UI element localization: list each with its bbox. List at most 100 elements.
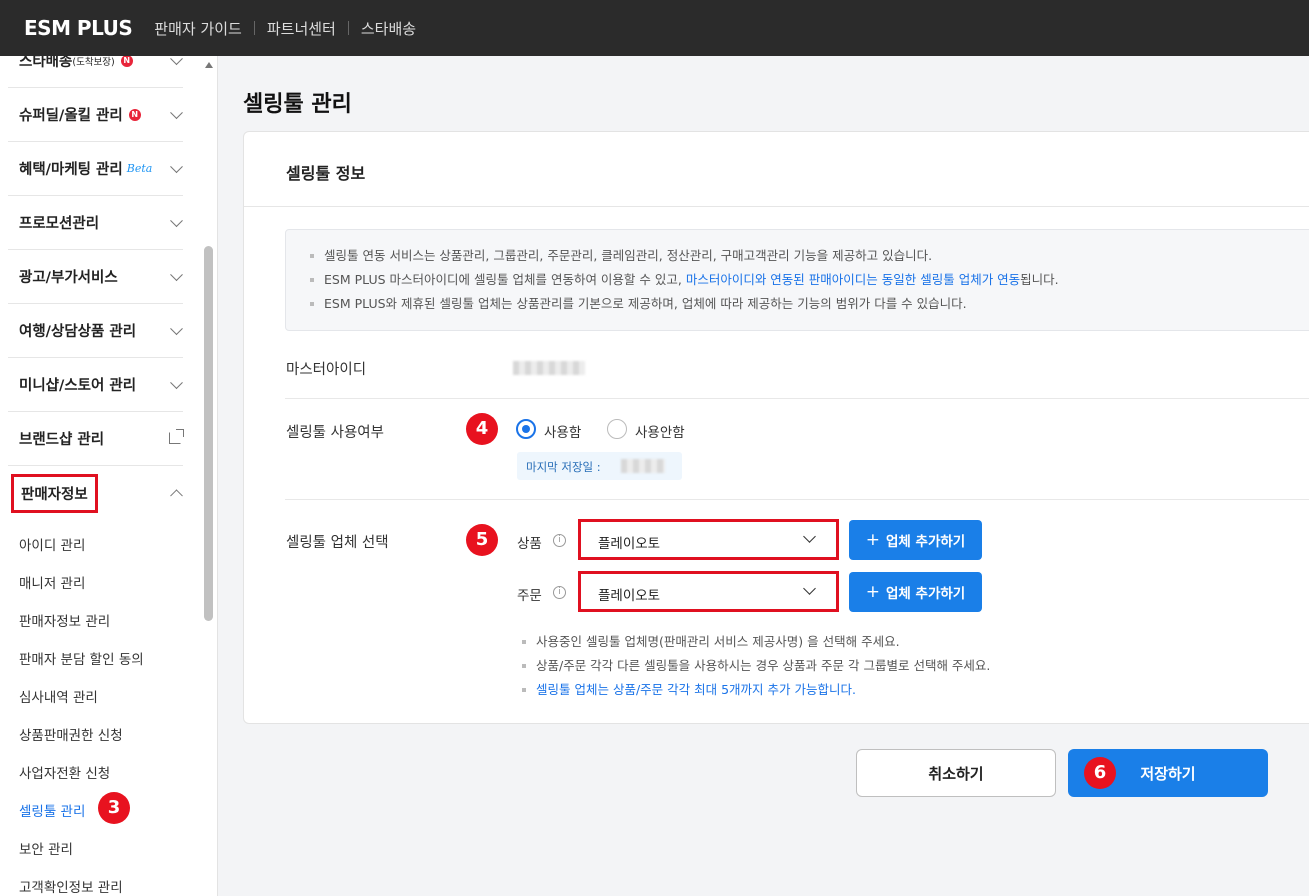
divider	[285, 398, 1309, 399]
radio-not-use[interactable]	[607, 419, 627, 439]
chevron-down-icon	[170, 105, 183, 119]
sidebar-item-label: 광고/부가서비스	[19, 270, 118, 286]
nav-divider	[347, 21, 349, 35]
sidebar-item-label: 프로모션관리	[19, 216, 100, 232]
save-label: 저장하기	[1140, 764, 1196, 783]
sidebar-item-label: 판매자정보	[11, 473, 98, 513]
sidebar-item-label: 혜택/마케팅 관리	[19, 162, 123, 178]
sidebar-scrollbar[interactable]	[204, 246, 213, 621]
sidebar-item-star-delivery[interactable]: 스타배송 (도착보장) N	[8, 56, 183, 88]
sub-item-customer-verify[interactable]: 고객확인정보 관리	[19, 876, 123, 896]
radio-use-label[interactable]: 사용함	[544, 421, 581, 441]
order-label: 주문	[517, 588, 542, 604]
top-nav: 판매자 가이드 파트너센터 스타배송	[154, 18, 416, 39]
product-vendor-value: 플레이오토	[598, 536, 661, 552]
esm-plus-logo[interactable]: ESM PLUS	[24, 16, 133, 40]
sidebar-item-promotion[interactable]: 프로모션관리	[8, 196, 183, 250]
card-header: 셀링툴 정보	[244, 132, 1309, 207]
sidebar-item-ads[interactable]: 광고/부가서비스	[8, 250, 183, 304]
vendor-hints: 사용중인 셀링툴 업체명(판매관리 서비스 제공사명) 을 선택해 주세요. 상…	[520, 630, 990, 702]
add-order-vendor-button[interactable]: + 업체 추가하기	[849, 572, 982, 612]
add-product-vendor-button[interactable]: + 업체 추가하기	[849, 520, 982, 560]
nav-star-delivery[interactable]: 스타배송	[361, 18, 416, 39]
last-saved-label: 마지막 저장일 :	[526, 460, 601, 474]
step-5-marker: 5	[466, 524, 498, 556]
selling-tool-card: 셀링툴 정보 셀링툴 연동 서비스는 상품관리, 그룹관리, 주문관리, 클레임…	[243, 131, 1309, 724]
notice-line: 셀링툴 연동 서비스는 상품관리, 그룹관리, 주문관리, 클레임관리, 정산관…	[308, 244, 1309, 268]
notice-line: ESM PLUS와 제휴된 셀링툴 업체는 상품관리를 기본으로 제공하며, 업…	[308, 292, 1309, 316]
add-vendor-label: 업체 추가하기	[886, 534, 966, 550]
sidebar-item-marketing[interactable]: 혜택/마케팅 관리 Beta	[8, 142, 183, 196]
sidebar-item-travel[interactable]: 여행/상담상품 관리	[8, 304, 183, 358]
chevron-down-icon	[170, 159, 183, 173]
plus-icon: +	[865, 530, 880, 550]
nav-partner-center[interactable]: 파트너센터	[267, 18, 336, 39]
chevron-down-icon	[170, 56, 183, 65]
nav-seller-guide[interactable]: 판매자 가이드	[154, 18, 242, 39]
card-title: 셀링툴 정보	[286, 164, 366, 183]
notice-line: ESM PLUS 마스터아이디에 셀링툴 업체를 연동하여 이용할 수 있고, …	[308, 268, 1309, 292]
sidebar-item-label: 여행/상담상품 관리	[19, 324, 137, 340]
chevron-down-icon	[803, 530, 816, 543]
product-label: 상품	[517, 536, 542, 552]
info-icon[interactable]: i	[553, 534, 566, 547]
add-vendor-label: 업체 추가하기	[886, 586, 966, 602]
sidebar-item-brandshop[interactable]: 브랜드샵 관리	[8, 412, 184, 466]
chevron-down-icon	[170, 213, 183, 227]
sidebar: 스타배송 (도착보장) N 슈퍼딜/올킬 관리 N 혜택/마케팅 관리 Beta …	[0, 56, 218, 896]
sidebar-item-superdeal[interactable]: 슈퍼딜/올킬 관리 N	[8, 88, 183, 142]
chevron-up-icon	[170, 489, 183, 503]
sidebar-item-label: 스타배송	[19, 56, 73, 70]
product-vendor-select[interactable]: 플레이오토	[578, 519, 839, 560]
step-6-marker: 6	[1084, 757, 1116, 789]
nav-divider	[253, 21, 255, 35]
last-saved-chip: 마지막 저장일 :	[517, 452, 682, 480]
sub-item-security[interactable]: 보안 관리	[19, 838, 73, 858]
chevron-down-icon	[170, 375, 183, 389]
sub-item-sales-permission[interactable]: 상품판매권한 신청	[19, 724, 123, 744]
cancel-label: 취소하기	[928, 764, 984, 783]
radio-not-use-label[interactable]: 사용안함	[635, 421, 685, 441]
vendor-select-label: 셀링툴 업체 선택	[286, 535, 389, 551]
sidebar-item-sublabel: (도착보장)	[72, 56, 115, 68]
page-title: 셀링툴 관리	[243, 92, 352, 117]
step-3-marker: 3	[98, 792, 130, 824]
info-icon[interactable]: i	[553, 586, 566, 599]
master-id-label: 마스터아이디	[286, 362, 367, 378]
divider	[285, 499, 1309, 500]
master-id-value-redacted	[513, 361, 585, 375]
order-vendor-select[interactable]: 플레이오토	[578, 571, 839, 612]
scroll-up-arrow-icon[interactable]	[205, 62, 213, 68]
hint-line: 상품/주문 각각 다른 셀링툴을 사용하시는 경우 상품과 주문 각 그룹별로 …	[520, 654, 990, 678]
sub-item-discount-agree[interactable]: 판매자 분담 할인 동의	[19, 648, 144, 668]
top-bar: ESM PLUS 판매자 가이드 파트너센터 스타배송	[0, 0, 1309, 56]
hint-line-highlight: 셀링툴 업체는 상품/주문 각각 최대 5개까지 추가 가능합니다.	[520, 678, 990, 702]
cancel-button[interactable]: 취소하기	[856, 749, 1056, 797]
plus-icon: +	[865, 582, 880, 602]
new-badge-icon: N	[128, 108, 141, 121]
sidebar-item-label: 미니샵/스토어 관리	[19, 378, 137, 394]
step-4-marker: 4	[466, 413, 498, 445]
hint-line: 사용중인 셀링툴 업체명(판매관리 서비스 제공사명) 을 선택해 주세요.	[520, 630, 990, 654]
sub-item-selling-tool[interactable]: 셀링툴 관리	[19, 800, 85, 820]
sub-item-review-history[interactable]: 심사내역 관리	[19, 686, 98, 706]
sub-item-id-manage[interactable]: 아이디 관리	[19, 534, 85, 554]
chevron-down-icon	[170, 267, 183, 281]
sidebar-item-minishop[interactable]: 미니샵/스토어 관리	[8, 358, 183, 412]
external-link-icon	[169, 429, 184, 444]
sub-item-seller-info-manage[interactable]: 판매자정보 관리	[19, 610, 110, 630]
chevron-down-icon	[803, 582, 816, 595]
last-saved-date-redacted	[621, 459, 665, 473]
sidebar-item-label: 브랜드샵 관리	[19, 432, 105, 448]
notice-text: ESM PLUS 마스터아이디에 셀링툴 업체를 연동하여 이용할 수 있고,	[324, 272, 686, 287]
sidebar-item-seller-info[interactable]: 판매자정보	[8, 466, 183, 520]
chevron-down-icon	[170, 321, 183, 335]
notice-highlight: 마스터아이디와 연동된 판매아이디는 동일한 셀링툴 업체가 연동	[685, 272, 1021, 287]
sub-item-business-convert[interactable]: 사업자전환 신청	[19, 762, 110, 782]
new-badge-icon: N	[120, 56, 133, 67]
notice-text: 됩니다.	[1020, 272, 1059, 287]
sub-item-manager-manage[interactable]: 매니저 관리	[19, 572, 85, 592]
order-vendor-value: 플레이오토	[598, 588, 661, 604]
radio-use[interactable]	[516, 419, 536, 439]
notice-box: 셀링툴 연동 서비스는 상품관리, 그룹관리, 주문관리, 클레임관리, 정산관…	[285, 229, 1309, 331]
